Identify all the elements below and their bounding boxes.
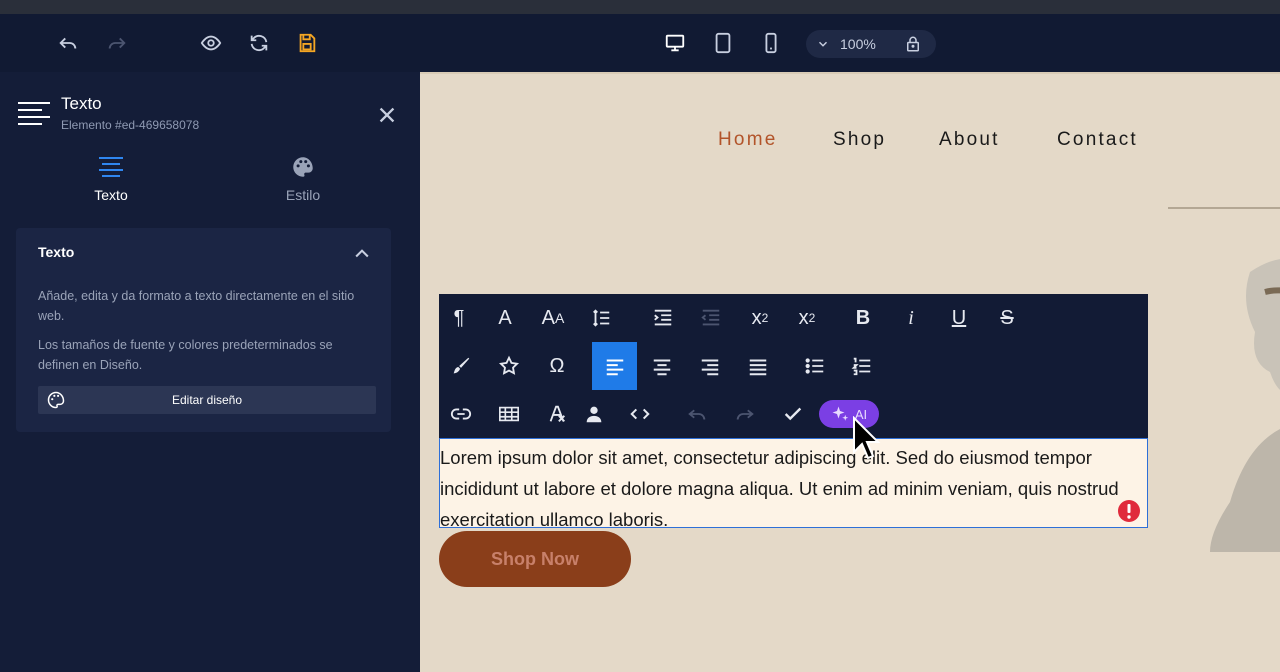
zoom-value: 100% — [840, 36, 876, 52]
edit-design-label: Editar diseño — [171, 393, 243, 407]
preview-eye-icon[interactable] — [198, 30, 224, 56]
undo-icon[interactable] — [55, 30, 81, 56]
justify-icon[interactable] — [738, 346, 778, 386]
lock-icon[interactable] — [904, 35, 922, 53]
paragraph-icon[interactable]: ¶ — [439, 298, 479, 338]
nav-about[interactable]: About — [939, 129, 1000, 151]
rich-text-toolbar: ¶ A AA x2 x2 B i U S Ω AI — [439, 294, 1148, 438]
redo-icon[interactable] — [104, 30, 130, 56]
card-title: Texto — [38, 244, 75, 260]
tablet-icon[interactable] — [710, 30, 736, 56]
redo-icon[interactable] — [725, 394, 765, 434]
text-lines-icon — [99, 157, 123, 177]
warning-icon[interactable] — [1117, 499, 1141, 523]
palette-icon — [293, 157, 313, 177]
desktop-icon[interactable] — [662, 30, 688, 56]
card-description: Los tamaños de fuente y colores predeter… — [38, 338, 333, 372]
bold-icon[interactable]: B — [843, 298, 883, 338]
numbered-list-icon[interactable] — [842, 346, 882, 386]
align-right-icon[interactable] — [690, 346, 730, 386]
top-bar: 100% — [0, 14, 1280, 72]
tab-label: Texto — [94, 187, 128, 203]
special-characters-icon[interactable]: Ω — [537, 346, 577, 386]
font-family-icon[interactable]: A — [485, 298, 525, 338]
strikethrough-icon[interactable]: S — [987, 298, 1027, 338]
tab-texto[interactable]: Texto — [51, 154, 171, 203]
superscript-icon[interactable]: x2 — [740, 298, 780, 338]
body-text[interactable]: Lorem ipsum dolor sit amet, consectetur … — [440, 442, 1130, 535]
panel-title: Texto — [61, 94, 102, 113]
sparkles-icon — [832, 406, 849, 421]
mouse-cursor-icon — [853, 416, 881, 460]
link-icon[interactable] — [441, 394, 481, 434]
font-size-icon[interactable]: AA — [533, 298, 573, 338]
undo-icon[interactable] — [677, 394, 717, 434]
chevron-down-icon[interactable] — [816, 37, 830, 51]
tab-estilo[interactable]: Estilo — [243, 154, 363, 203]
nav-shop[interactable]: Shop — [833, 129, 886, 151]
align-center-icon[interactable] — [642, 346, 682, 386]
statue-image — [1210, 259, 1280, 552]
chevron-up-icon[interactable] — [352, 244, 372, 264]
card-description: Añade, edita y da formato a texto direct… — [38, 289, 355, 323]
text-lines-icon — [18, 102, 50, 125]
indent-icon[interactable] — [643, 298, 683, 338]
text-element[interactable]: Lorem ipsum dolor sit amet, consectetur … — [439, 438, 1148, 530]
window-top-strip — [0, 0, 1280, 14]
divider — [1168, 207, 1280, 209]
bullet-list-icon[interactable] — [795, 346, 835, 386]
nav-contact[interactable]: Contact — [1057, 129, 1138, 151]
texto-settings-card: Texto Añade, edita y da formato a texto … — [16, 228, 391, 432]
refresh-icon[interactable] — [246, 30, 272, 56]
palette-icon — [47, 391, 65, 409]
mobile-icon[interactable] — [758, 30, 784, 56]
check-icon[interactable] — [773, 394, 813, 434]
tab-label: Estilo — [285, 187, 321, 203]
table-icon[interactable] — [489, 394, 529, 434]
canvas-top-edge — [420, 72, 1280, 74]
clear-format-icon[interactable] — [537, 394, 577, 434]
save-icon[interactable] — [294, 30, 320, 56]
italic-icon[interactable]: i — [891, 298, 931, 338]
underline-icon[interactable]: U — [939, 298, 979, 338]
element-id: Elemento #ed-469658078 — [61, 118, 200, 132]
outdent-icon[interactable] — [691, 298, 731, 338]
align-left-icon[interactable] — [592, 342, 637, 390]
edit-design-button[interactable]: Editar diseño — [38, 386, 376, 414]
star-icon[interactable] — [489, 346, 529, 386]
subscript-icon[interactable]: x2 — [787, 298, 827, 338]
properties-panel: Texto Elemento #ed-469658078 Texto Estil… — [0, 72, 420, 672]
brush-icon[interactable] — [441, 346, 481, 386]
close-icon[interactable] — [376, 104, 398, 126]
user-field-icon[interactable] — [574, 394, 614, 434]
zoom-control[interactable]: 100% — [806, 30, 936, 58]
nav-home[interactable]: Home — [718, 129, 777, 151]
shop-now-button[interactable]: Shop Now — [439, 531, 631, 587]
code-icon[interactable] — [620, 394, 660, 434]
line-height-icon[interactable] — [581, 298, 621, 338]
